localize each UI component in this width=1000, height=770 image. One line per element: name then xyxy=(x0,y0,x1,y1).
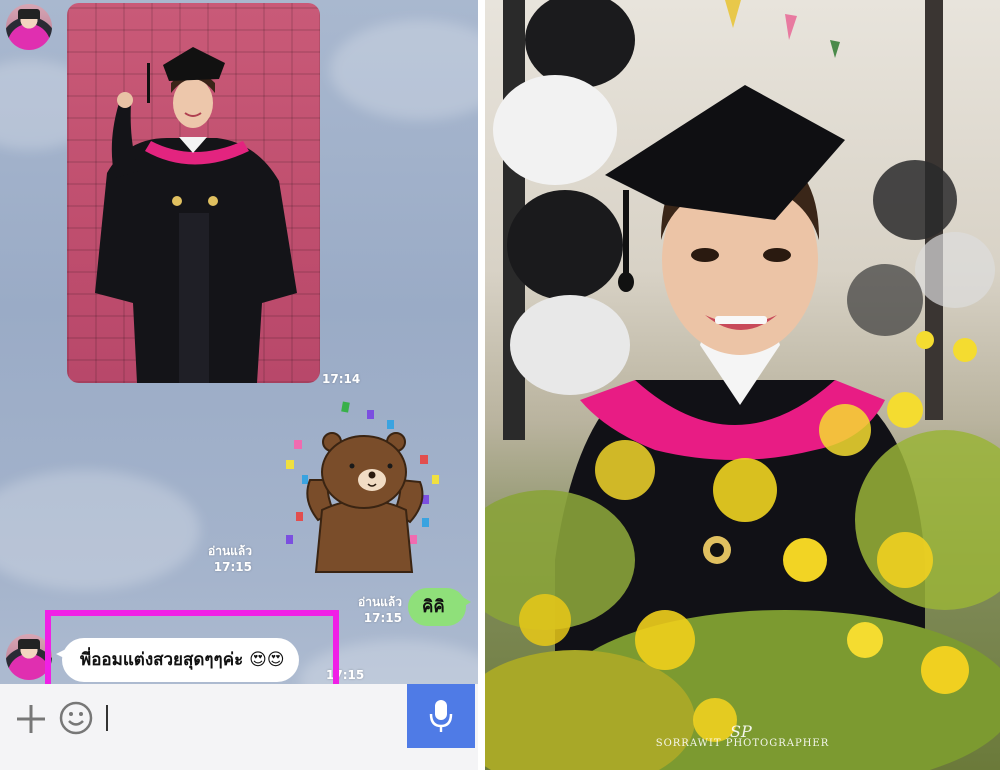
sent-message-bubble[interactable]: คิคิ xyxy=(408,588,471,626)
emoji-icon[interactable] xyxy=(58,700,94,736)
bear-sticker[interactable] xyxy=(272,400,452,575)
sender-avatar[interactable] xyxy=(6,4,52,50)
message-timestamp: 17:15 xyxy=(363,611,402,625)
read-receipt: อ่านแล้ว 17:15 xyxy=(340,594,402,626)
message-timestamp: 17:15 xyxy=(213,560,252,574)
background-cloud xyxy=(330,20,478,120)
read-status: อ่านแล้ว xyxy=(208,544,252,558)
microphone-button[interactable] xyxy=(407,684,475,748)
read-receipt: อ่านแล้ว 17:15 xyxy=(190,543,252,575)
read-status: อ่านแล้ว xyxy=(358,595,402,609)
text-input-cursor[interactable] xyxy=(106,705,108,731)
chat-window: 17:14 อ่านแล้ว 17:15 อ่านแล้ว 17:15 คิคิ… xyxy=(0,0,478,770)
photographer-watermark: SORRAWIT PHOTOGRAPHER xyxy=(655,738,830,749)
graduation-photo: SP SORRAWIT PHOTOGRAPHER xyxy=(485,0,1000,770)
photo-message[interactable] xyxy=(67,3,320,383)
microphone-icon xyxy=(429,700,453,732)
background-cloud xyxy=(0,470,200,590)
plus-icon[interactable] xyxy=(14,702,48,736)
message-input-bar xyxy=(0,684,478,770)
message-timestamp: 17:14 xyxy=(322,372,361,386)
